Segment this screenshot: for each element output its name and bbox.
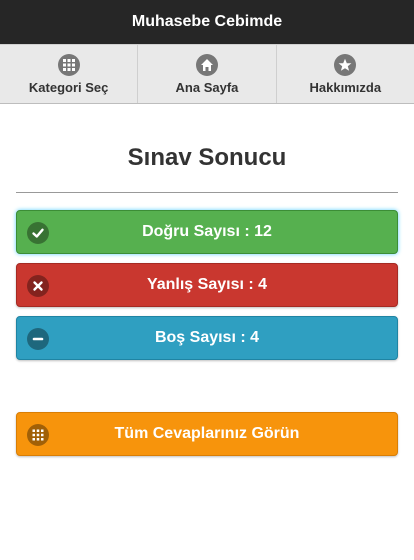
star-icon [334,53,357,76]
nav-item-kategori[interactable]: Kategori Seç [0,45,139,103]
nav-bar: Kategori Seç Ana Sayfa Hakkımızda [0,44,414,104]
show-all-answers-button[interactable]: Tüm Cevaplarınız Görün [16,412,398,456]
show-all-answers-label: Tüm Cevaplarınız Görün [114,425,300,442]
app-title: Muhasebe Cebimde [131,13,283,30]
app-header: Muhasebe Cebimde [0,0,414,44]
empty-count-button[interactable]: Boş Sayısı : 4 [16,316,398,360]
nav-label-ana-sayfa: Ana Sayfa [175,79,239,95]
nav-label-kategori: Kategori Seç [28,79,109,95]
wrong-count-label: Yanlış Sayısı : 4 [146,276,268,293]
minus-icon [27,328,49,350]
check-icon [27,222,49,244]
correct-count-label: Doğru Sayısı : 12 [142,223,272,240]
empty-count-label: Boş Sayısı : 4 [154,329,260,346]
nav-item-ana-sayfa[interactable]: Ana Sayfa [138,45,277,103]
close-icon [27,275,49,297]
page-title: Sınav Sonucu [127,144,287,171]
home-icon [195,53,218,76]
correct-count-button[interactable]: Doğru Sayısı : 12 [16,210,398,254]
grid-icon [27,424,49,446]
nav-label-hakkimizda: Hakkımızda [309,79,382,95]
grid-icon [57,53,80,76]
nav-item-hakkimizda[interactable]: Hakkımızda [277,45,414,103]
wrong-count-button[interactable]: Yanlış Sayısı : 4 [16,263,398,307]
title-divider [16,192,398,193]
